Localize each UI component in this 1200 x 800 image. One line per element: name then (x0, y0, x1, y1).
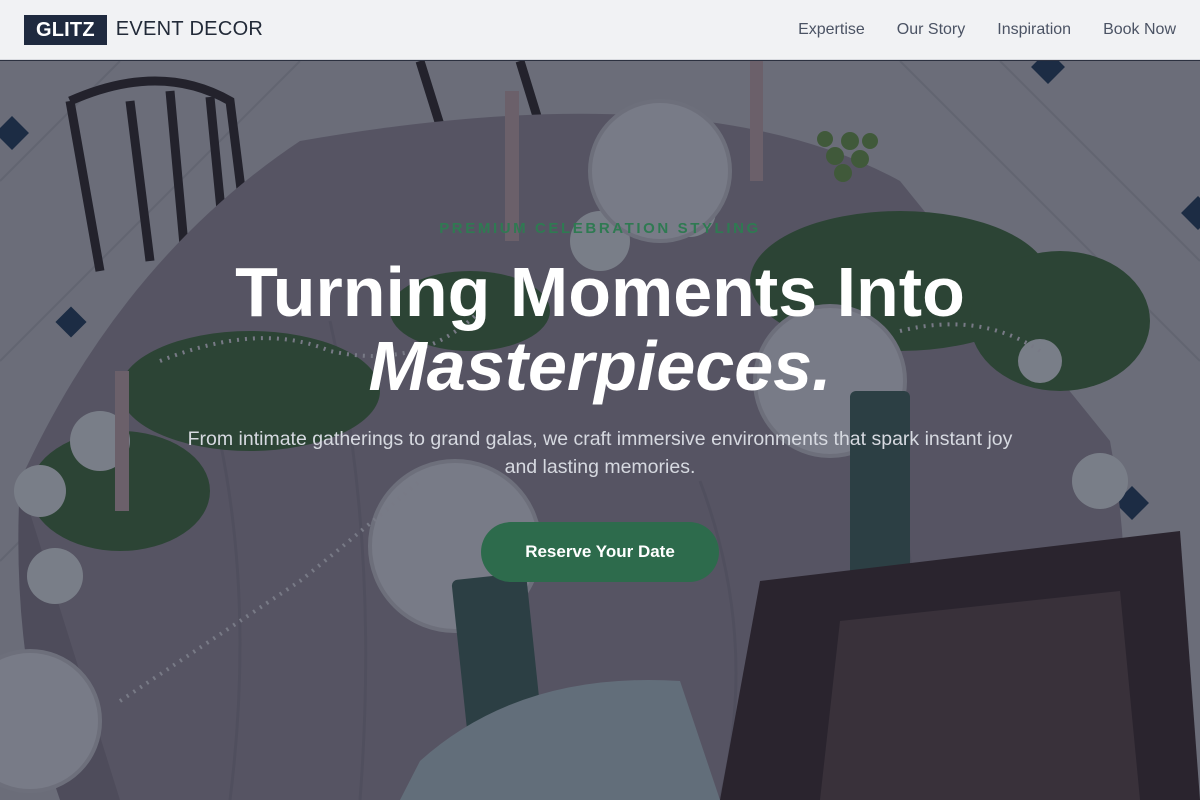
hero-eyebrow: PREMIUM CELEBRATION STYLING (439, 220, 761, 237)
headline-line-1: Turning Moments Into (235, 253, 965, 331)
nav-link-inspiration[interactable]: Inspiration (997, 21, 1071, 39)
hero-headline: Turning Moments Into Masterpieces. (0, 255, 1200, 403)
logo-wordmark: EVENT DECOR (115, 18, 264, 40)
hero-content: PREMIUM CELEBRATION STYLING Turning Mome… (0, 61, 1200, 800)
nav-link-book-now[interactable]: Book Now (1103, 21, 1176, 39)
headline-line-2: Masterpieces. (368, 327, 832, 405)
nav-link-expertise[interactable]: Expertise (798, 21, 865, 39)
logo-mark: GLITZ (24, 14, 107, 45)
hero-subtitle: From intimate gatherings to grand galas,… (187, 428, 1013, 478)
main-nav: Expertise Our Story Inspiration Book Now (798, 21, 1176, 39)
brand-logo[interactable]: GLITZ EVENT DECOR (24, 14, 264, 45)
site-header: GLITZ EVENT DECOR Expertise Our Story In… (0, 0, 1200, 60)
reserve-date-button[interactable]: Reserve Your Date (481, 522, 719, 582)
nav-link-our-story[interactable]: Our Story (897, 21, 965, 39)
